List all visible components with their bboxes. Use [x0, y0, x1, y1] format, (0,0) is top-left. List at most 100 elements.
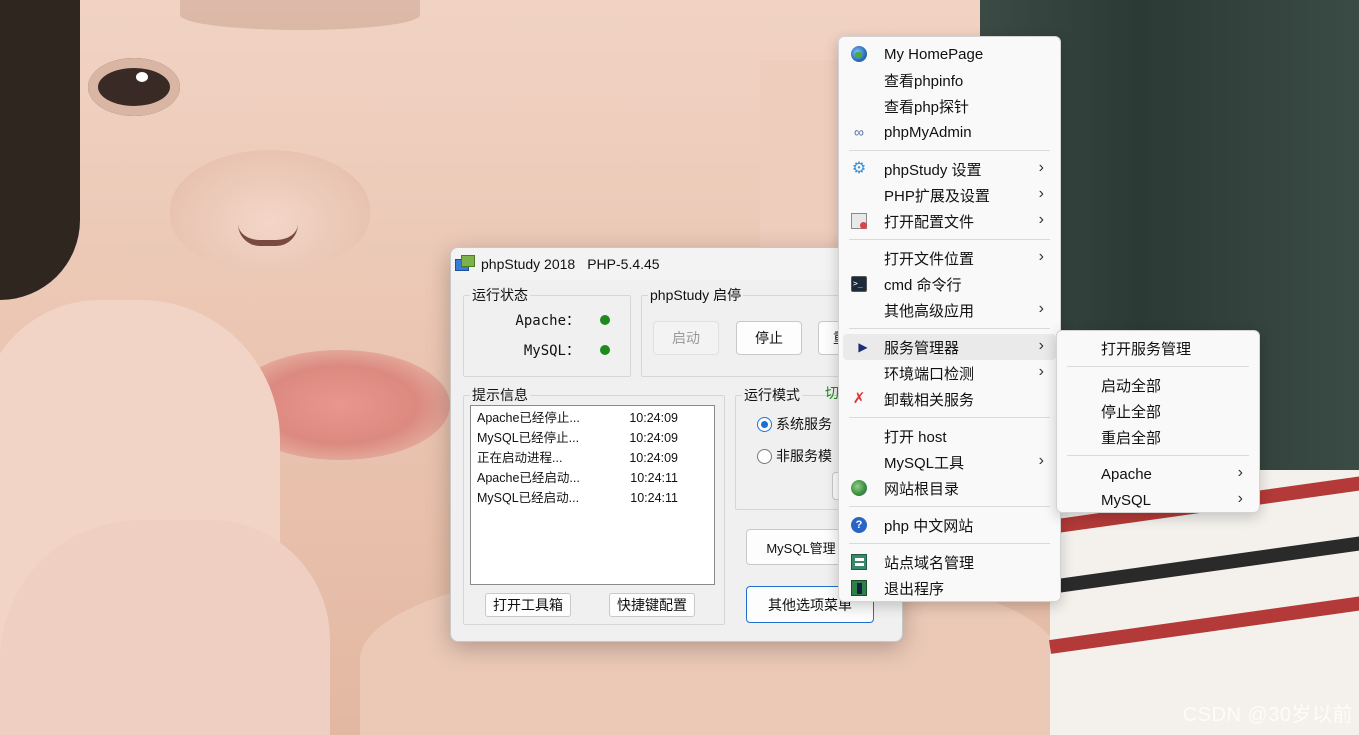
apache-status-dot	[600, 315, 610, 325]
mysql-status-label: MySQL：	[523, 343, 580, 359]
mode-switch-link[interactable]: 切	[825, 383, 839, 403]
chevron-right-icon: ›	[1038, 337, 1044, 354]
chevron-right-icon: ›	[1237, 464, 1243, 481]
chevron-right-icon: ›	[1038, 452, 1044, 469]
rings-icon: ∞	[854, 124, 864, 140]
log-row: Apache已经启动... 10:24:11	[477, 468, 708, 488]
exit-icon	[851, 580, 867, 596]
submenu-item-label: 启动全部	[1101, 377, 1162, 395]
menu-item-php-probe[interactable]: 查看php探针	[839, 93, 1060, 119]
log-list[interactable]: Apache已经停止... 10:24:09 MySQL已经停止... 10:24:…	[470, 405, 715, 585]
log-time: 10:24:09	[629, 451, 678, 465]
radio-system-service[interactable]: 系统服务	[757, 414, 832, 434]
mysql-status-row: MySQL：	[464, 335, 630, 365]
menu-separator	[849, 239, 1050, 240]
status-legend: 运行状态	[472, 287, 528, 303]
submenu-item-mysql[interactable]: MySQL ›	[1057, 487, 1259, 513]
shortcut-config-button[interactable]: 快捷键配置	[609, 593, 695, 617]
uninstall-icon: ✗	[852, 390, 866, 407]
tray-context-menu: My HomePage 查看phpinfo 查看php探针 ∞ phpMyAdmi…	[838, 36, 1061, 602]
submenu-item-label: 打开服务管理	[1101, 340, 1192, 358]
menu-item-advanced[interactable]: 其他高级应用 ›	[839, 297, 1060, 323]
stop-button[interactable]: 停止	[736, 321, 802, 355]
submenu-item-apache[interactable]: Apache ›	[1057, 461, 1259, 487]
menu-item-label: 查看php探针	[884, 98, 970, 116]
menu-item-label: 服务管理器	[884, 339, 960, 357]
title-bar[interactable]: phpStudy 2018 PHP-5.4.45	[451, 248, 902, 280]
menu-item-exit[interactable]: 退出程序	[839, 575, 1060, 601]
chevron-right-icon: ›	[1038, 185, 1044, 202]
php-version: PHP-5.4.45	[587, 256, 660, 272]
menu-item-cmd[interactable]: cmd 命令行	[839, 271, 1060, 297]
menu-item-php-cn-site[interactable]: ? php 中文网站	[839, 512, 1060, 538]
menu-separator	[849, 417, 1050, 418]
menu-item-label: 查看phpinfo	[884, 72, 964, 90]
globe-icon	[851, 46, 867, 62]
menu-item-label: 退出程序	[884, 580, 945, 598]
submenu-item-stop-all[interactable]: 停止全部	[1057, 398, 1259, 424]
chevron-right-icon: ›	[1038, 211, 1044, 228]
menu-item-label: MySQL工具	[884, 454, 965, 472]
menu-separator	[1067, 366, 1249, 367]
chevron-right-icon: ›	[1038, 248, 1044, 265]
menu-item-label: My HomePage	[884, 45, 984, 63]
menu-item-web-root[interactable]: 网站根目录	[839, 475, 1060, 501]
menu-item-open-host[interactable]: 打开 host	[839, 423, 1060, 449]
log-time: 10:24:11	[630, 491, 678, 505]
menu-item-label: 打开 host	[884, 428, 947, 446]
config-file-icon	[851, 213, 867, 229]
menu-separator	[849, 150, 1050, 151]
menu-item-uninstall-services[interactable]: ✗ 卸载相关服务	[839, 386, 1060, 412]
menu-separator	[849, 543, 1050, 544]
run-mode-legend: 运行模式	[744, 387, 800, 403]
radio-non-service-label: 非服务模	[776, 448, 832, 464]
menu-separator	[1067, 455, 1249, 456]
menu-item-my-homepage[interactable]: My HomePage	[839, 41, 1060, 67]
menu-item-phpmyadmin[interactable]: ∞ phpMyAdmin	[839, 119, 1060, 145]
menu-item-open-config[interactable]: 打开配置文件 ›	[839, 208, 1060, 234]
menu-item-label: phpMyAdmin	[884, 123, 972, 141]
log-message: Apache已经停止...	[477, 411, 580, 425]
open-toolbox-button[interactable]: 打开工具箱	[485, 593, 571, 617]
menu-item-port-check[interactable]: 环境端口检测 ›	[839, 360, 1060, 386]
menu-separator	[849, 328, 1050, 329]
log-row: MySQL已经停止... 10:24:09	[477, 428, 708, 448]
menu-item-phpinfo[interactable]: 查看phpinfo	[839, 67, 1060, 93]
menu-item-label: 其他高级应用	[884, 302, 975, 320]
menu-item-label: PHP扩展及设置	[884, 187, 990, 205]
submenu-item-label: MySQL	[1101, 491, 1152, 509]
menu-item-label: phpStudy 设置	[884, 161, 982, 179]
menu-item-mysql-tools[interactable]: MySQL工具 ›	[839, 449, 1060, 475]
radio-unselected-icon	[757, 448, 772, 464]
log-row: MySQL已经启动... 10:24:11	[477, 488, 708, 508]
menu-item-php-extensions[interactable]: PHP扩展及设置 ›	[839, 182, 1060, 208]
start-stop-legend: phpStudy 启停	[648, 285, 743, 305]
submenu-item-label: 重启全部	[1101, 429, 1162, 447]
menu-item-phpstudy-settings[interactable]: ⚙ phpStudy 设置 ›	[839, 156, 1060, 182]
chevron-right-icon: ›	[1038, 363, 1044, 380]
radio-non-service[interactable]: 非服务模	[757, 446, 832, 466]
submenu-item-open-services[interactable]: 打开服务管理	[1057, 335, 1259, 361]
menu-item-site-domains[interactable]: 站点域名管理	[839, 549, 1060, 575]
log-message: MySQL已经启动...	[477, 491, 580, 505]
log-time: 10:24:09	[629, 411, 678, 425]
menu-item-service-manager[interactable]: ▶ 服务管理器 ›	[843, 334, 1056, 360]
menu-item-open-file-location[interactable]: 打开文件位置 ›	[839, 245, 1060, 271]
menu-item-label: 站点域名管理	[884, 554, 975, 572]
log-row: 正在启动进程... 10:24:09	[477, 448, 708, 468]
chevron-right-icon: ›	[1038, 159, 1044, 176]
submenu-item-start-all[interactable]: 启动全部	[1057, 372, 1259, 398]
start-stop-legend-app: phpStudy	[650, 287, 710, 303]
watermark-text: CSDN @30岁以前	[1182, 704, 1353, 726]
menu-separator	[849, 506, 1050, 507]
start-button[interactable]: 启动	[653, 321, 719, 355]
radio-system-service-label: 系统服务	[776, 416, 832, 432]
submenu-item-restart-all[interactable]: 重启全部	[1057, 424, 1259, 450]
service-manager-submenu: 打开服务管理 启动全部 停止全部 重启全部 Apache › MySQL ›	[1056, 330, 1260, 513]
triangle-icon: ▶	[858, 340, 868, 354]
log-row: Apache已经停止... 10:24:09	[477, 408, 708, 428]
web-root-icon	[851, 480, 867, 496]
chevron-right-icon: ›	[1237, 490, 1243, 507]
phpstudy-window: phpStudy 2018 PHP-5.4.45 运行状态 Apache： MyS…	[450, 247, 903, 642]
menu-item-label: 打开配置文件	[884, 213, 975, 231]
